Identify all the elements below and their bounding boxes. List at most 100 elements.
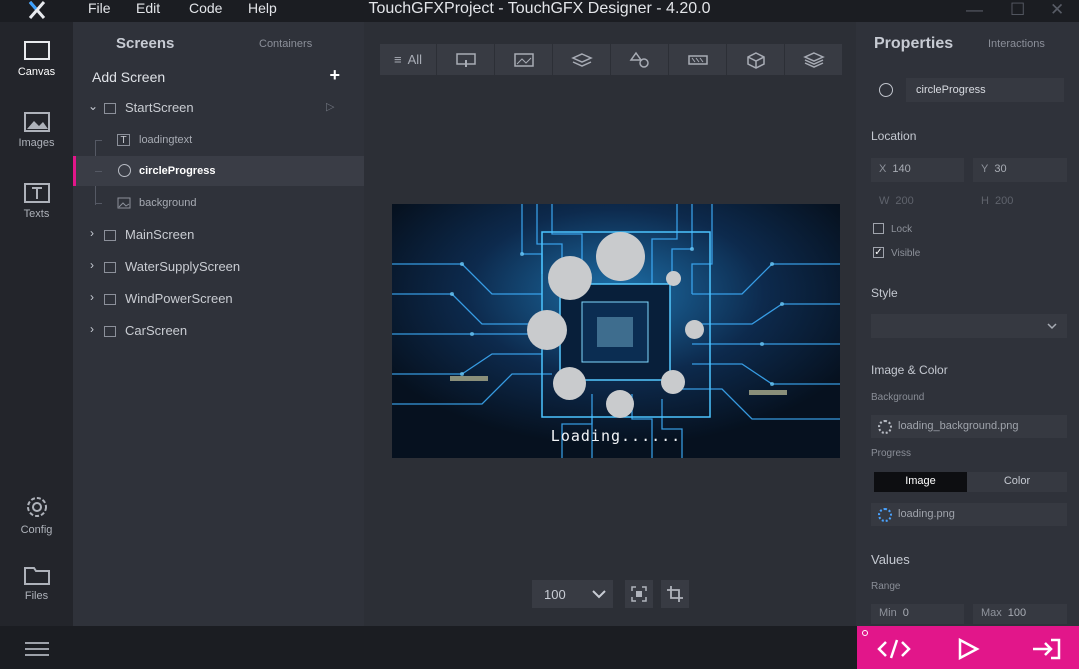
hamburger-menu-icon[interactable] (24, 641, 50, 657)
rail-texts-label: Texts (23, 208, 50, 220)
rail-texts[interactable]: Texts (0, 182, 73, 220)
tree-item-startscreen[interactable]: ⌄ StartScreen ▷ (73, 93, 364, 123)
rail-config-label: Config (20, 524, 53, 536)
tree-item-circleprogress[interactable]: circleProgress (73, 156, 364, 186)
code-icon[interactable] (877, 638, 911, 660)
filter-all-label: All (407, 52, 423, 67)
rail-images[interactable]: Images (0, 111, 73, 149)
fit-screen-button[interactable] (625, 580, 653, 608)
minimize-icon[interactable]: — (966, 0, 983, 20)
action-bar (857, 626, 1079, 669)
max-field[interactable]: Max 100 (973, 604, 1067, 624)
location-heading: Location (871, 129, 917, 143)
rail-files-label: Files (24, 590, 49, 602)
min-value: 0 (902, 607, 909, 619)
lock-label: Lock (891, 224, 913, 235)
y-field[interactable]: Y 30 (973, 158, 1067, 182)
tree-item-mainscreen[interactable]: › MainScreen (73, 220, 364, 250)
tree-item-loadingtext[interactable]: T loadingtext (73, 125, 364, 155)
tab-screens[interactable]: Screens (116, 35, 174, 52)
rail-canvas[interactable]: Canvas (0, 40, 73, 78)
title-bar: File Edit Code Help TouchGFXProject - To… (0, 0, 1079, 22)
screen-preview[interactable]: Loading...... (392, 204, 840, 458)
tree-item-label: circleProgress (139, 165, 216, 177)
rail-files[interactable]: Files (0, 564, 73, 602)
circle-progress-dot (666, 271, 681, 286)
x-label: X (879, 163, 887, 175)
add-screen-label[interactable]: Add Screen (92, 69, 165, 85)
x-value: 140 (892, 163, 911, 175)
tree-item-label: StartScreen (125, 100, 194, 115)
range-label: Range (871, 581, 901, 592)
filter-3d-button[interactable] (727, 44, 784, 75)
h-value: 200 (994, 195, 1014, 207)
add-screen-plus-icon[interactable]: + (329, 65, 340, 86)
circle-progress-dot (606, 390, 634, 418)
y-label: Y (981, 163, 989, 175)
widget-name-field[interactable]: circleProgress (906, 78, 1064, 102)
segment-color-button[interactable]: Color (967, 472, 1067, 492)
chevron-down-icon[interactable]: ⌄ (88, 99, 98, 113)
chevron-right-icon[interactable]: › (90, 322, 94, 336)
progress-bar-icon (687, 54, 708, 65)
tree-branch (95, 171, 102, 172)
tree-item-watersupplyscreen[interactable]: › WaterSupplyScreen (73, 252, 364, 282)
tree-item-carscreen[interactable]: › CarScreen (73, 316, 364, 346)
window-title: TouchGFXProject - TouchGFX Designer - 4.… (368, 0, 711, 17)
tab-containers[interactable]: Containers (259, 38, 312, 50)
w-field: W 200 (871, 190, 964, 214)
filter-all-button[interactable]: ≡ All (380, 44, 436, 75)
rail-images-label: Images (18, 137, 55, 149)
chevron-down-icon (1047, 323, 1057, 330)
segment-image-button[interactable]: Image (874, 472, 967, 492)
background-label: Background (871, 392, 925, 403)
list-icon: ≡ (393, 52, 402, 67)
tree-item-label: MainScreen (125, 227, 195, 242)
touch-icon (455, 52, 476, 67)
style-select[interactable] (871, 314, 1067, 338)
text-icon (23, 183, 50, 203)
tab-interactions[interactable]: Interactions (988, 38, 1045, 50)
progress-image-field[interactable]: loading.png (871, 503, 1067, 526)
image-color-heading: Image & Color (871, 363, 948, 377)
filter-images-button[interactable] (495, 44, 552, 75)
run-simulator-icon[interactable] (956, 638, 980, 660)
tree-item-label: CarScreen (125, 323, 188, 338)
min-field[interactable]: Min 0 (871, 604, 964, 624)
crop-button[interactable] (661, 580, 689, 608)
focus-icon (631, 586, 647, 602)
chevron-right-icon[interactable]: › (90, 226, 94, 240)
tab-properties[interactable]: Properties (874, 35, 953, 53)
cube-icon (746, 51, 765, 69)
w-value: 200 (895, 195, 914, 207)
tree-item-windpowerscreen[interactable]: › WindPowerScreen (73, 284, 364, 314)
left-rail: Canvas Images Texts Config Files (0, 22, 73, 626)
zoom-select[interactable]: 100 (532, 580, 613, 608)
maximize-icon[interactable]: ☐ (1010, 0, 1025, 20)
chevron-right-icon[interactable]: › (90, 258, 94, 272)
zoom-value: 100 (544, 587, 566, 602)
values-heading: Values (871, 552, 910, 567)
filter-containers-button[interactable] (553, 44, 610, 75)
tree-branch (95, 140, 102, 141)
visible-checkbox[interactable]: ✓ (873, 247, 884, 258)
tree-item-label: loadingtext (139, 134, 193, 146)
tree-item-label: WaterSupplyScreen (125, 259, 241, 274)
lock-checkbox[interactable] (873, 223, 884, 234)
close-icon[interactable]: ✕ (1050, 0, 1064, 20)
filter-shapes-button[interactable] (611, 44, 668, 75)
tree-item-background[interactable]: background (73, 188, 364, 218)
run-on-target-icon[interactable] (1031, 638, 1061, 660)
filter-progress-button[interactable] (669, 44, 726, 75)
rail-config[interactable]: Config (0, 494, 73, 536)
image-icon (117, 197, 131, 209)
filter-interaction-button[interactable] (437, 44, 494, 75)
chevron-right-icon[interactable]: › (90, 290, 94, 304)
circle-progress-dot (685, 320, 704, 339)
notification-dot-icon (862, 630, 868, 636)
filter-stack-button[interactable] (785, 44, 842, 75)
progress-label: Progress (871, 448, 912, 459)
background-image-field[interactable]: loading_background.png (871, 415, 1067, 438)
x-field[interactable]: X 140 (871, 158, 964, 182)
play-icon[interactable]: ▷ (326, 100, 334, 113)
